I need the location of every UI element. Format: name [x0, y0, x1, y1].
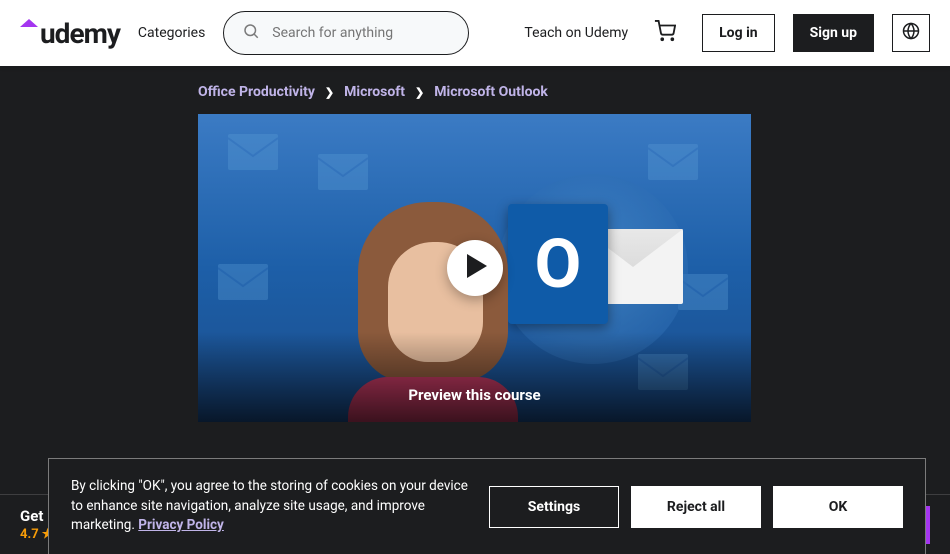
breadcrumb-item[interactable]: Office Productivity — [198, 84, 315, 100]
search-bar[interactable] — [223, 11, 469, 55]
logo-caret-icon — [20, 19, 38, 27]
udemy-logo[interactable]: udemy — [20, 17, 120, 50]
cookie-ok-button[interactable]: OK — [773, 486, 903, 528]
cookie-text: By clicking "OK", you agree to the stori… — [71, 477, 471, 536]
breadcrumb-item[interactable]: Microsoft Outlook — [434, 84, 548, 100]
breadcrumb-item[interactable]: Microsoft — [344, 84, 405, 100]
play-button[interactable] — [447, 240, 503, 296]
login-button[interactable]: Log in — [702, 14, 775, 52]
search-icon — [242, 22, 260, 44]
signup-button[interactable]: Sign up — [793, 14, 874, 52]
course-preview-video[interactable]: O Preview this course — [198, 114, 751, 422]
video-gradient-overlay — [198, 332, 751, 422]
privacy-policy-link[interactable]: Privacy Policy — [138, 517, 224, 533]
cookie-settings-button[interactable]: Settings — [489, 486, 619, 528]
breadcrumb: Office Productivity ❯ Microsoft ❯ Micros… — [0, 66, 950, 114]
teach-link[interactable]: Teach on Udemy — [524, 25, 628, 41]
language-button[interactable] — [892, 14, 930, 52]
logo-text: udemy — [40, 17, 120, 50]
play-icon — [463, 254, 487, 282]
categories-link[interactable]: Categories — [138, 25, 205, 41]
chevron-right-icon: ❯ — [325, 86, 334, 99]
header: udemy Categories Teach on Udemy Log in S… — [0, 0, 950, 66]
cart-icon — [654, 20, 676, 46]
globe-icon — [902, 22, 920, 44]
preview-label: Preview this course — [198, 386, 751, 404]
cookie-consent-banner: By clicking "OK", you agree to the stori… — [48, 458, 926, 554]
search-input[interactable] — [272, 25, 450, 41]
cookie-reject-button[interactable]: Reject all — [631, 486, 761, 528]
cart-button[interactable] — [646, 14, 684, 52]
chevron-right-icon: ❯ — [415, 86, 424, 99]
